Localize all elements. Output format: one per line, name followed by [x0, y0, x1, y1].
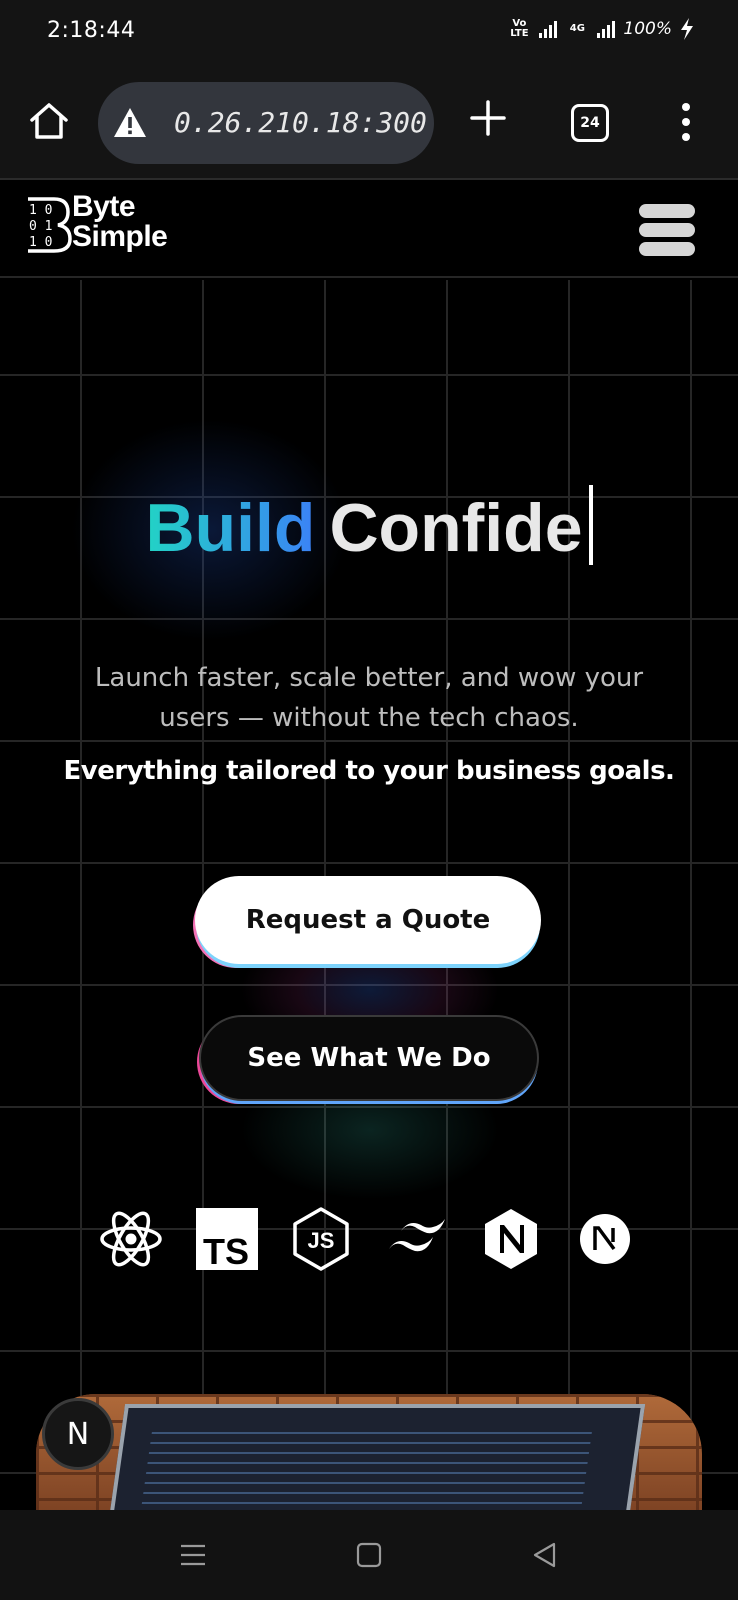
tech-stack-row: TS JS — [0, 1206, 738, 1272]
volte-badge: Vo LTE — [510, 18, 529, 39]
plus-icon[interactable] — [466, 96, 510, 140]
see-what-we-do-button[interactable]: See What We Do — [199, 1015, 539, 1101]
hero-section: Build Confide Launch faster, scale better… — [0, 280, 738, 1510]
hero-subtitle: Launch faster, scale better, and wow you… — [94, 663, 644, 733]
system-nav-bar — [0, 1510, 738, 1600]
logo-mark-icon[interactable]: 1 0 0 1 1 0 — [24, 196, 72, 254]
url-text[interactable]: 0.26.210.18:300 — [174, 106, 427, 139]
recents-menu-icon[interactable] — [176, 1538, 210, 1572]
request-quote-button[interactable]: Request a Quote — [195, 876, 541, 964]
nodejs-icon: JS — [288, 1206, 354, 1272]
site-header: 1 0 0 1 1 0 Byte Simple — [0, 182, 738, 278]
headline-gradient-word: Build — [145, 490, 316, 566]
status-bar: 2:18:44 Vo LTE 4G 100% — [0, 0, 738, 66]
more-vert-icon[interactable] — [676, 102, 696, 142]
logo-line-2: Simple — [72, 220, 168, 253]
battery-percent: 100% — [623, 19, 672, 39]
svg-text:0 1: 0 1 — [29, 219, 52, 234]
svg-text:JS: JS — [308, 1228, 335, 1253]
typescript-icon: TS — [194, 1206, 260, 1272]
home-icon[interactable] — [28, 100, 70, 142]
charging-icon — [681, 18, 693, 40]
react-icon — [98, 1206, 164, 1272]
nginx-icon — [478, 1206, 544, 1272]
typing-caret — [588, 485, 593, 565]
hero-headline: Build Confide — [0, 485, 738, 567]
status-indicators: Vo LTE 4G 100% — [507, 18, 694, 40]
address-bar[interactable]: 0.26.210.18:300 — [98, 82, 434, 164]
nextjs-icon — [572, 1206, 638, 1272]
preview-badge[interactable]: N — [42, 1398, 114, 1470]
status-time: 2:18:44 — [47, 18, 136, 43]
signal-icon — [539, 20, 558, 38]
hamburger-menu-icon[interactable] — [639, 202, 695, 258]
signal-2-icon — [597, 20, 616, 38]
headline-typing-text: Confide — [329, 490, 583, 566]
back-triangle-icon[interactable] — [528, 1538, 562, 1572]
logo-line-1: Byte — [72, 190, 136, 223]
logo-wordmark[interactable]: Byte Simple — [72, 190, 168, 253]
browser-toolbar: 0.26.210.18:300 24 — [0, 66, 738, 180]
svg-text:1 0: 1 0 — [29, 203, 52, 218]
home-square-icon[interactable] — [352, 1538, 386, 1572]
svg-text:1 0: 1 0 — [29, 235, 52, 250]
hero-tagline: Everything tailored to your business goa… — [63, 756, 675, 786]
network-type: 4G — [569, 23, 585, 34]
warning-icon[interactable] — [112, 105, 148, 141]
tabs-button[interactable]: 24 — [571, 104, 609, 142]
tailwind-icon — [384, 1206, 450, 1272]
preview-image — [36, 1394, 702, 1510]
svg-text:TS: TS — [203, 1231, 249, 1270]
